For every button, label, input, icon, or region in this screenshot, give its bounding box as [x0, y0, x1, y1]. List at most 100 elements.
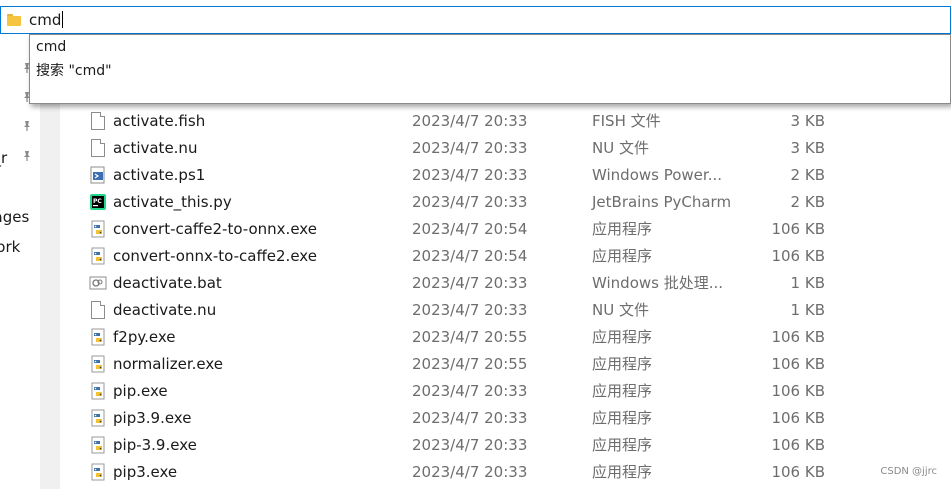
file-date-modified: 2023/4/7 20:33: [412, 436, 528, 454]
python-exe-icon: [89, 328, 107, 346]
nav-item-label[interactable]: work: [0, 238, 20, 256]
file-size: 106 KB: [771, 463, 825, 481]
file-row[interactable]: convert-onnx-to-caffe2.exe 2023/4/7 20:54…: [60, 243, 951, 270]
file-date-modified: 2023/4/7 20:33: [412, 193, 528, 211]
generic-file-icon: [91, 112, 105, 130]
file-date-modified: 2023/4/7 20:33: [412, 112, 528, 130]
file-name: convert-onnx-to-caffe2.exe: [113, 247, 317, 265]
file-name: normalizer.exe: [113, 355, 223, 373]
file-name: pip3.exe: [113, 463, 178, 481]
file-row[interactable]: f2py.exe 2023/4/7 20:55 应用程序 106 KB: [60, 324, 951, 351]
file-name: f2py.exe: [113, 328, 176, 346]
file-name: deactivate.bat: [113, 274, 222, 292]
file-row[interactable]: activate.ps1 2023/4/7 20:33 Windows Power.…: [60, 162, 951, 189]
file-size: 1 KB: [790, 274, 825, 292]
file-type: NU 文件: [592, 301, 649, 319]
file-type: JetBrains PyCharm: [592, 193, 732, 211]
file-row[interactable]: pip.exe 2023/4/7 20:33 应用程序 106 KB: [60, 378, 951, 405]
file-size: 1 KB: [790, 301, 825, 319]
python-exe-icon: [89, 355, 107, 373]
file-type: NU 文件: [592, 139, 649, 157]
file-type: 应用程序: [592, 220, 653, 238]
file-type: Windows Power...: [592, 166, 723, 184]
file-row[interactable]: activate.fish 2023/4/7 20:33 FISH 文件 3 KB: [60, 108, 951, 135]
file-row[interactable]: pip3.9.exe 2023/4/7 20:33 应用程序 106 KB: [60, 405, 951, 432]
file-type: 应用程序: [592, 436, 653, 454]
file-date-modified: 2023/4/7 20:33: [412, 409, 528, 427]
file-size: 106 KB: [771, 409, 825, 427]
folder-icon: [7, 14, 21, 26]
python-exe-icon: [89, 382, 107, 400]
file-date-modified: 2023/4/7 20:33: [412, 382, 528, 400]
python-exe-icon: [89, 220, 107, 238]
file-date-modified: 2023/4/7 20:33: [412, 274, 528, 292]
file-name: activate.ps1: [113, 166, 206, 184]
file-row[interactable]: pip-3.9.exe 2023/4/7 20:33 应用程序 106 KB: [60, 432, 951, 459]
file-date-modified: 2023/4/7 20:55: [412, 355, 528, 373]
file-date-modified: 2023/4/7 20:54: [412, 220, 528, 238]
file-size: 2 KB: [790, 166, 825, 184]
file-type: Windows 批处理...: [592, 274, 724, 292]
file-size: 106 KB: [771, 355, 825, 373]
powershell-file-icon: [89, 166, 107, 184]
file-row[interactable]: pip3.exe 2023/4/7 20:33 应用程序 106 KB: [60, 459, 951, 486]
generic-file-icon: [91, 301, 105, 319]
address-input-text: cmd: [29, 11, 62, 29]
file-date-modified: 2023/4/7 20:33: [412, 139, 528, 157]
file-size: 106 KB: [771, 220, 825, 238]
python-exe-icon: [89, 463, 107, 481]
file-row[interactable]: activate.nu 2023/4/7 20:33 NU 文件 3 KB: [60, 135, 951, 162]
file-row[interactable]: normalizer.exe 2023/4/7 20:55 应用程序 106 KB: [60, 351, 951, 378]
file-size: 3 KB: [790, 139, 825, 157]
file-size: 2 KB: [790, 193, 825, 211]
file-name: convert-caffe2-to-onnx.exe: [113, 220, 317, 238]
file-date-modified: 2023/4/7 20:54: [412, 247, 528, 265]
file-date-modified: 2023/4/7 20:33: [412, 463, 528, 481]
batch-file-icon: [89, 274, 107, 292]
file-size: 106 KB: [771, 436, 825, 454]
svg-text:PC: PC: [93, 198, 102, 205]
file-name: activate.nu: [113, 139, 198, 157]
pin-icon: [22, 150, 32, 162]
generic-file-icon: [91, 139, 105, 157]
file-row[interactable]: PC activate_this.py 2023/4/7 20:33 JetBrain…: [60, 189, 951, 216]
file-size: 3 KB: [790, 112, 825, 130]
autocomplete-dropdown: cmd 搜索 "cmd": [29, 34, 951, 104]
file-date-modified: 2023/4/7 20:33: [412, 166, 528, 184]
pycharm-file-icon: PC: [89, 193, 107, 211]
file-name: deactivate.nu: [113, 301, 217, 319]
nav-item-label[interactable]: n_r: [0, 149, 7, 167]
file-type: 应用程序: [592, 463, 653, 481]
text-caret: [62, 11, 64, 28]
file-name: activate.fish: [113, 112, 206, 130]
python-exe-icon: [89, 247, 107, 265]
file-row[interactable]: deactivate.bat 2023/4/7 20:33 Windows 批处理.…: [60, 270, 951, 297]
file-type: 应用程序: [592, 355, 653, 373]
autocomplete-item-cmd[interactable]: cmd: [36, 38, 66, 56]
file-date-modified: 2023/4/7 20:55: [412, 328, 528, 346]
file-name: activate_this.py: [113, 193, 232, 211]
address-bar[interactable]: cmd: [0, 6, 951, 34]
python-exe-icon: [89, 409, 107, 427]
file-type: 应用程序: [592, 382, 653, 400]
file-name: pip-3.9.exe: [113, 436, 197, 454]
file-size: 106 KB: [771, 382, 825, 400]
pin-icon: [22, 120, 32, 132]
file-name: pip3.9.exe: [113, 409, 192, 427]
watermark: CSDN @jjrc: [880, 466, 937, 477]
file-name: pip.exe: [113, 382, 168, 400]
python-exe-icon: [89, 436, 107, 454]
file-type: 应用程序: [592, 328, 653, 346]
file-row[interactable]: convert-caffe2-to-onnx.exe 2023/4/7 20:54…: [60, 216, 951, 243]
file-type: 应用程序: [592, 409, 653, 427]
file-size: 106 KB: [771, 247, 825, 265]
file-row[interactable]: deactivate.nu 2023/4/7 20:33 NU 文件 1 KB: [60, 297, 951, 324]
file-explorer-window: n_r nages work activate.fish 2023/4/7 20:…: [0, 0, 951, 489]
file-date-modified: 2023/4/7 20:33: [412, 301, 528, 319]
nav-item-label[interactable]: nages: [0, 208, 29, 226]
file-size: 106 KB: [771, 328, 825, 346]
file-type: FISH 文件: [592, 112, 661, 130]
file-type: 应用程序: [592, 247, 653, 265]
address-input[interactable]: cmd: [29, 11, 64, 29]
autocomplete-item-search[interactable]: 搜索 "cmd": [36, 62, 112, 80]
